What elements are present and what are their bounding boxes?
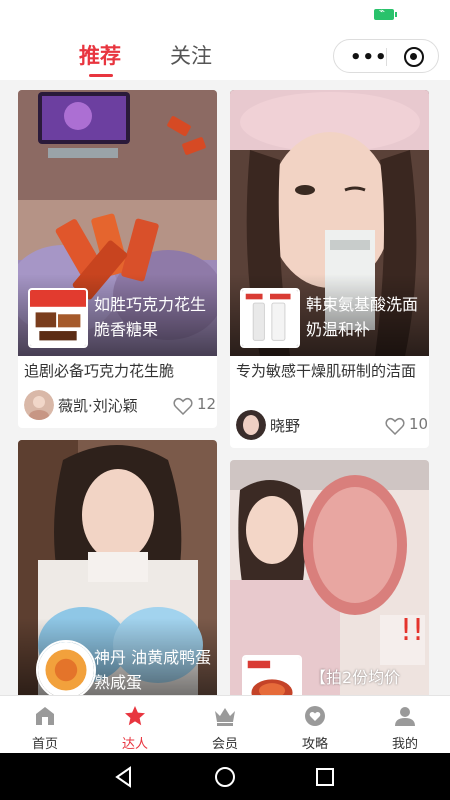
miniprogram-capsule: •••: [333, 39, 439, 73]
product-name: 韩束氨基酸洗面奶温和补: [306, 295, 419, 339]
like-count: 10: [409, 415, 429, 433]
tab-label: 攻略: [301, 737, 328, 752]
active-tab-indicator: [89, 74, 113, 77]
capsule-divider: [386, 48, 387, 66]
author-avatar: [24, 390, 54, 420]
recents-icon[interactable]: [313, 765, 337, 789]
star-icon: [125, 706, 145, 726]
product-name: 如胜巧克力花生脆香糖果: [94, 295, 207, 339]
product-thumbnail: [36, 640, 96, 695]
tab-home[interactable]: 首页: [0, 696, 90, 754]
tab-label: 达人: [121, 737, 148, 752]
tab-guide[interactable]: 攻略: [270, 696, 360, 754]
system-nav-bar: [0, 753, 450, 800]
feed-card[interactable]: 如胜巧克力花生脆香糖果 追剧必备巧克力花生脆 薇凯·刘沁颖 12: [18, 90, 217, 428]
product-thumbnail: [28, 288, 88, 348]
status-bar: ⌁: [0, 0, 450, 28]
tab-mine[interactable]: 我的: [360, 696, 450, 754]
tab-influencer[interactable]: 达人: [90, 696, 180, 754]
post-title: 追剧必备巧克力花生脆: [24, 362, 175, 380]
like-icon[interactable]: [385, 417, 405, 435]
tab-member[interactable]: 会员: [180, 696, 270, 754]
author-name: 晓野: [270, 417, 301, 435]
svg-text:!!: !!: [400, 613, 424, 648]
like-count: 12: [197, 395, 217, 413]
product-name: 神丹 油黄咸鸭蛋 熟咸蛋: [94, 648, 212, 692]
tab-label: 我的: [391, 737, 418, 752]
tab-recommend[interactable]: 推荐: [79, 40, 121, 70]
feed-card[interactable]: 韩束氨基酸洗面奶温和补 专为敏感干燥肌研制的洁面 晓野 10: [230, 90, 429, 448]
heart-badge-icon: [305, 706, 325, 726]
feed-card[interactable]: 神丹 油黄咸鸭蛋 熟咸蛋: [18, 440, 217, 695]
tab-label: 会员: [211, 737, 238, 752]
crown-icon: [215, 708, 235, 726]
top-bar: 推荐 关注 •••: [0, 28, 450, 80]
tab-follow[interactable]: 关注: [170, 40, 212, 70]
post-title: 专为敏感干燥肌研制的洁面: [236, 362, 417, 380]
product-thumbnail: [242, 655, 302, 695]
author-avatar: [236, 410, 266, 440]
home-circle-icon[interactable]: [213, 765, 237, 789]
author-name: 薇凯·刘沁颖: [58, 397, 138, 415]
battery-icon: ⌁: [374, 6, 397, 20]
product-thumbnail: [240, 288, 300, 348]
home-icon: [36, 707, 54, 725]
back-icon[interactable]: [112, 765, 136, 789]
like-icon[interactable]: [173, 397, 193, 415]
more-menu-icon[interactable]: •••: [350, 47, 388, 68]
close-miniprogram-icon[interactable]: [404, 47, 424, 67]
feed-card[interactable]: !! 【拍2份均价: [230, 460, 429, 695]
tab-label: 首页: [31, 737, 58, 752]
feed: 如胜巧克力花生脆香糖果 追剧必备巧克力花生脆 薇凯·刘沁颖 12 韩束氨基酸洗面…: [0, 80, 450, 695]
bottom-tab-bar: 首页 达人 会员 攻略 我的: [0, 695, 450, 753]
product-name: 【拍2份均价: [310, 668, 401, 687]
person-icon: [395, 707, 415, 726]
